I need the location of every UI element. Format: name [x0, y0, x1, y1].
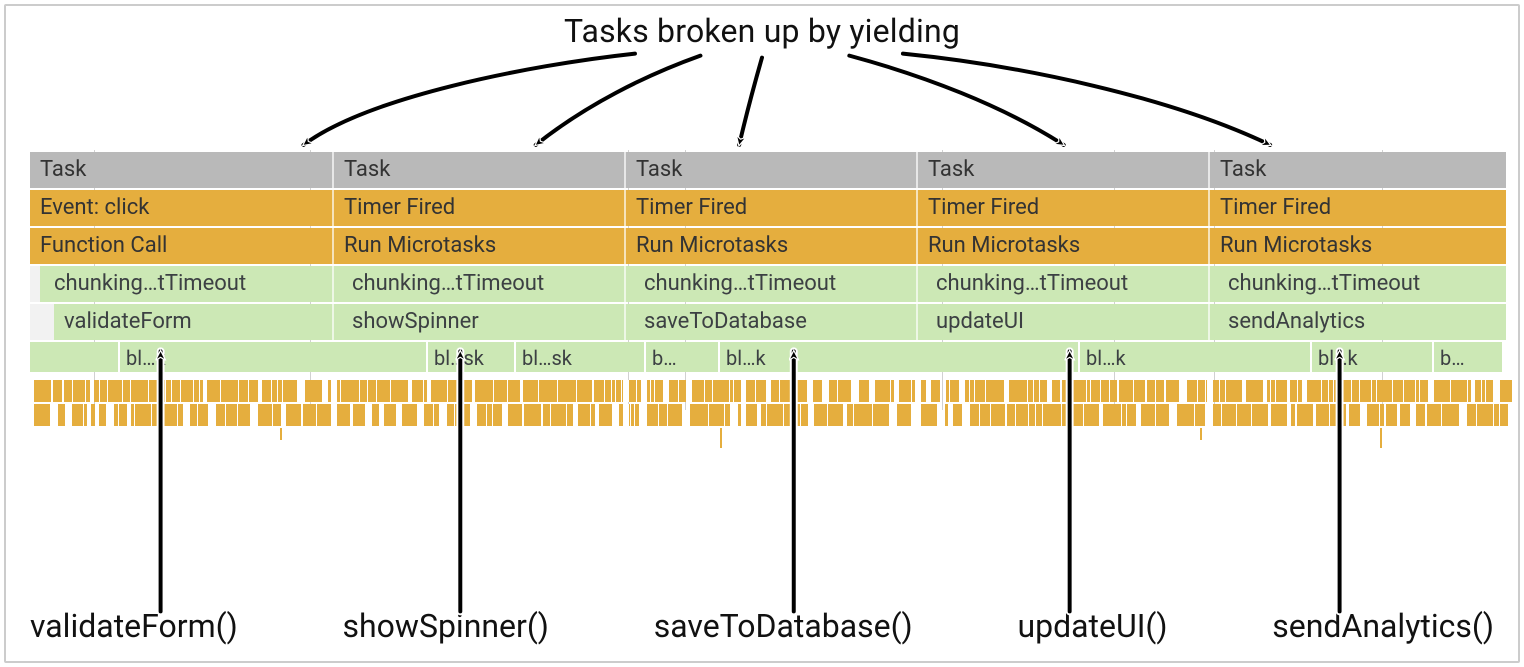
- chunking-cell: chunking…tTimeout: [334, 266, 626, 302]
- event-cell: Timer Fired: [334, 190, 626, 226]
- fn-cell: validateForm: [30, 304, 334, 340]
- task-cell: Task: [918, 152, 1210, 188]
- bottom-label: showSpinner(): [343, 607, 549, 645]
- row-chunking: chunking…tTimeout chunking…tTimeout chun…: [30, 266, 1502, 302]
- chunking-cell: chunking…tTimeout: [30, 266, 334, 302]
- subblock: b…: [644, 342, 704, 372]
- bottom-label: saveToDatabase(): [654, 607, 913, 645]
- chunking-cell: chunking…tTimeout: [626, 266, 918, 302]
- subblock: b…: [1432, 342, 1490, 372]
- call-cell: Function Call: [30, 228, 334, 264]
- subblock: bl…k: [1078, 342, 1156, 372]
- subblock: bl…k: [1310, 342, 1388, 372]
- subblock: bl…sk: [426, 342, 504, 372]
- fn-cell: saveToDatabase: [626, 304, 918, 340]
- subblock: bl…k: [718, 342, 796, 372]
- fn-cell: showSpinner: [334, 304, 626, 340]
- bottom-label: sendAnalytics(): [1272, 607, 1494, 645]
- chunking-cell: chunking…tTimeout: [1210, 266, 1506, 302]
- micro-row-2: [30, 404, 1502, 426]
- annotation-bottom: validateForm() showSpinner() saveToDatab…: [30, 607, 1494, 645]
- row-function: validateForm showSpinner saveToDatabase …: [30, 304, 1502, 340]
- row-call: Function Call Run Microtasks Run Microta…: [30, 228, 1502, 264]
- row-task: Task Task Task Task Task: [30, 152, 1502, 188]
- task-cell: Task: [30, 152, 334, 188]
- bottom-label: validateForm(): [30, 607, 238, 645]
- call-cell: Run Microtasks: [626, 228, 918, 264]
- subblock: bl…k: [118, 342, 202, 372]
- task-cell: Task: [1210, 152, 1506, 188]
- fn-cell: sendAnalytics: [1210, 304, 1506, 340]
- event-cell: Timer Fired: [918, 190, 1210, 226]
- task-cell: Task: [626, 152, 918, 188]
- subblock: bl…sk: [514, 342, 592, 372]
- event-cell: Event: click: [30, 190, 334, 226]
- micro-drips: [30, 428, 1502, 458]
- row-subblocks: bl…k bl…sk bl…sk b… bl…k bl…k bl…k b…: [30, 342, 1502, 372]
- task-cell: Task: [334, 152, 626, 188]
- call-cell: Run Microtasks: [334, 228, 626, 264]
- row-event: Event: click Timer Fired Timer Fired Tim…: [30, 190, 1502, 226]
- micro-row-1: [30, 380, 1502, 402]
- chunking-cell: chunking…tTimeout: [918, 266, 1210, 302]
- call-cell: Run Microtasks: [1210, 228, 1506, 264]
- call-cell: Run Microtasks: [918, 228, 1210, 264]
- fn-cell: updateUI: [918, 304, 1210, 340]
- annotation-top-label: Tasks broken up by yielding: [6, 12, 1518, 50]
- performance-flame-chart: Task Task Task Task Task Event: click Ti…: [30, 152, 1502, 512]
- event-cell: Timer Fired: [626, 190, 918, 226]
- event-cell: Timer Fired: [1210, 190, 1506, 226]
- bottom-label: updateUI(): [1017, 607, 1167, 645]
